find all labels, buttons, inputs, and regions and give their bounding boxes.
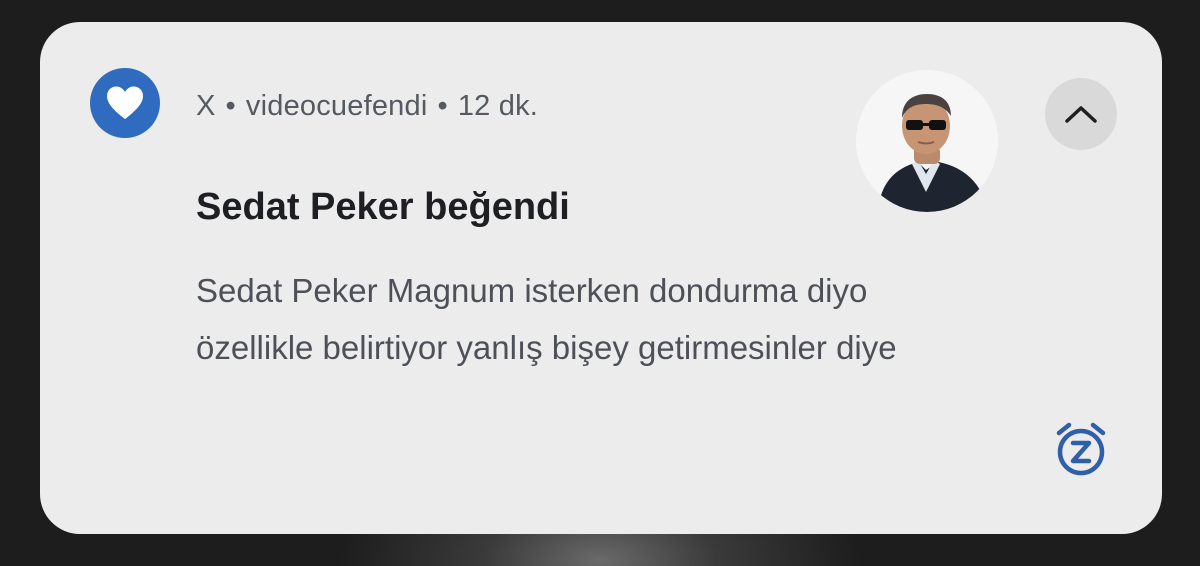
app-name: X — [196, 90, 216, 122]
timestamp: 12 dk. — [457, 90, 539, 122]
notification-header: X • videocuefendi • 12 dk. — [196, 90, 538, 123]
body-line: Sedat Peker Magnum isterken dondurma diy… — [196, 272, 868, 309]
app-icon — [90, 68, 160, 138]
body-line: özellikle belirtiyor yanlış bişey getirm… — [196, 329, 897, 366]
notification-card[interactable]: X • videocuefendi • 12 dk. Sedat Peker beğen… — [40, 22, 1162, 534]
avatar-photo — [856, 70, 998, 212]
snooze-alarm-icon — [1056, 422, 1106, 476]
notification-title: Sedat Peker beğendi — [196, 186, 570, 228]
heart-icon — [107, 86, 143, 119]
expand-button[interactable] — [1045, 78, 1117, 150]
separator: • — [225, 90, 236, 122]
account-name: videocuefendi — [245, 90, 428, 122]
snooze-button[interactable] — [1050, 418, 1112, 480]
avatar — [856, 70, 998, 212]
notification-body: Sedat Peker Magnum isterken dondurma diy… — [196, 262, 1096, 376]
chevron-up-icon — [1065, 106, 1097, 123]
separator: • — [437, 90, 448, 122]
